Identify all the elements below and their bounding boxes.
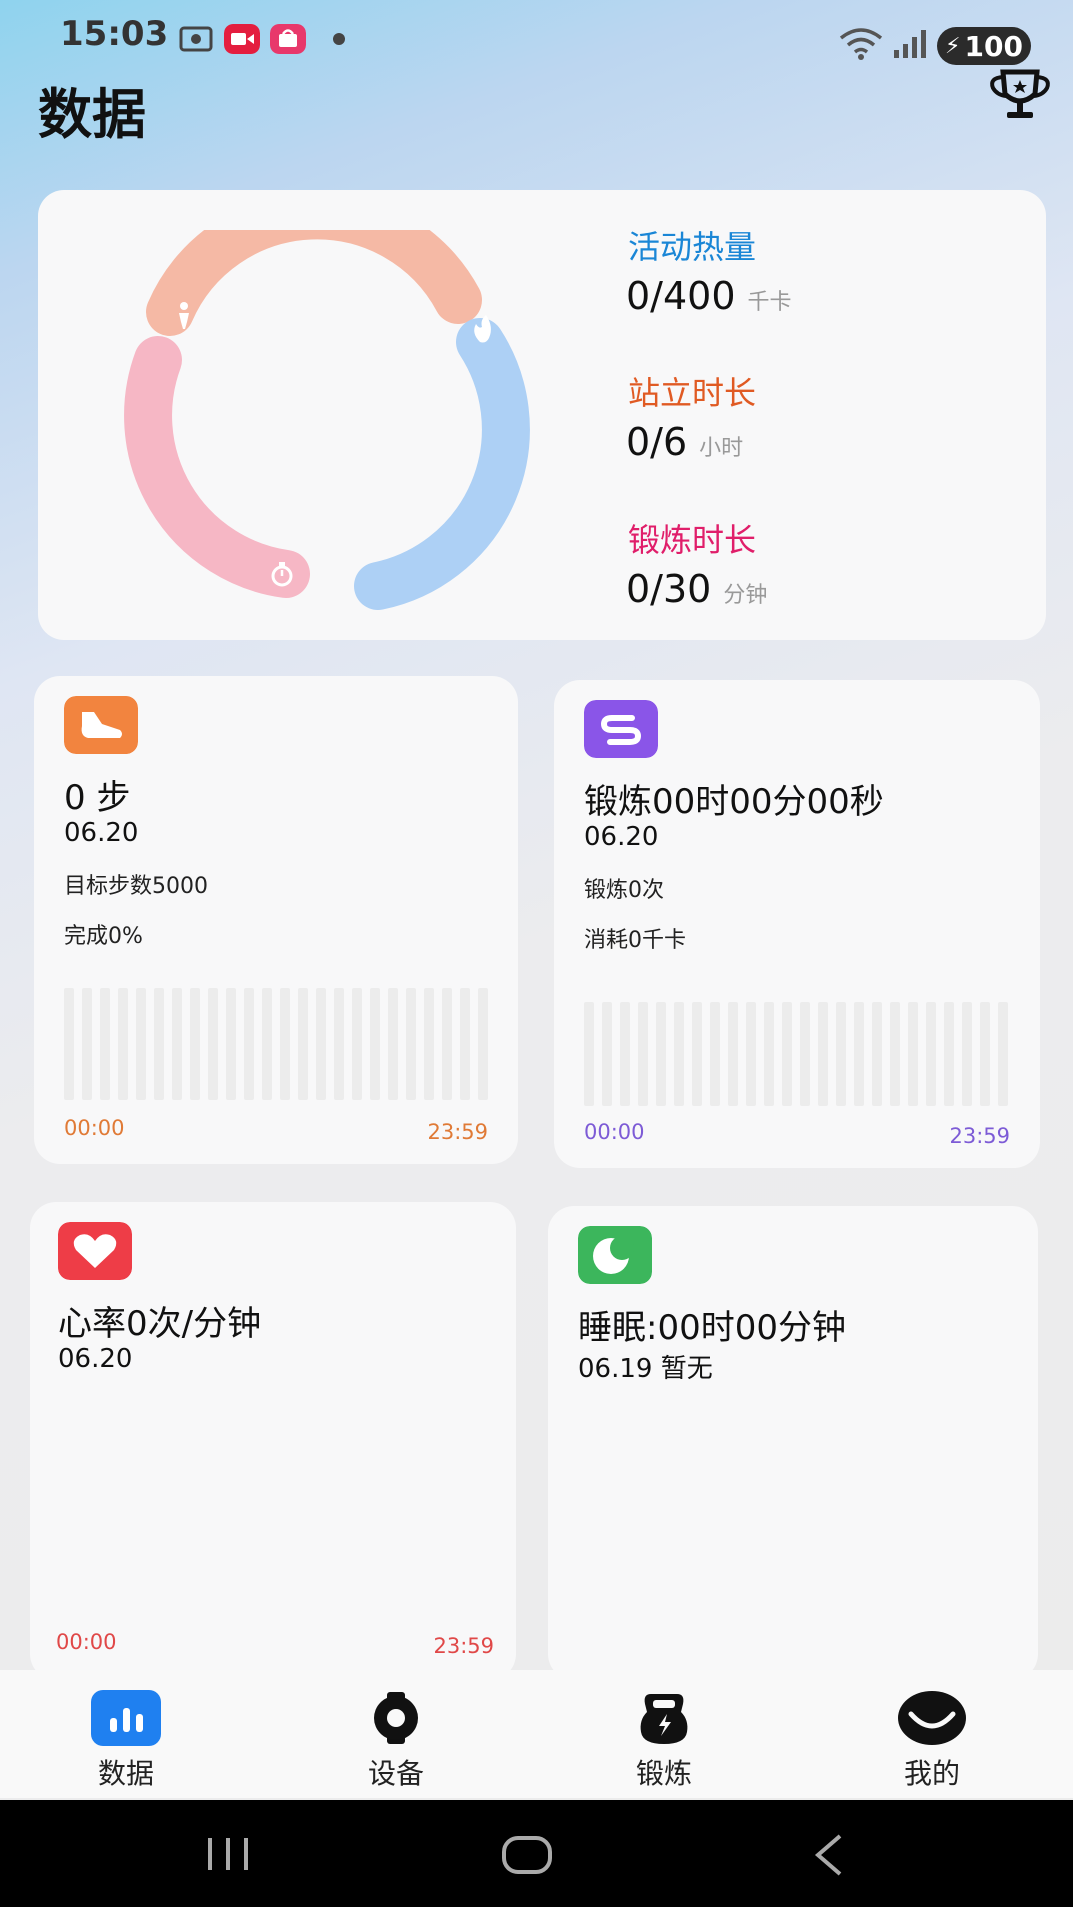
- kettlebell-icon: [640, 1694, 688, 1744]
- status-time: 15:03: [60, 14, 169, 54]
- heart-time-start: 00:00: [56, 1630, 117, 1654]
- standing-value: 0/6 小时: [626, 420, 743, 464]
- wifi-icon: [839, 28, 883, 60]
- calories-value: 0/400 千卡: [626, 274, 792, 318]
- steps-progress: 完成0%: [64, 924, 143, 949]
- workout-time-start: 00:00: [584, 1120, 645, 1144]
- heart-rate-card[interactable]: 心率0次/分钟 06.20 00:00 23:59: [30, 1202, 516, 1680]
- bottom-nav: 数据 设备 锻炼 我的: [0, 1670, 1073, 1798]
- recent-apps-icon[interactable]: [198, 1830, 258, 1880]
- workout-date: 06.20: [584, 822, 659, 852]
- heart-time-end: 23:59: [433, 1634, 494, 1658]
- workout-card[interactable]: 锻炼00时00分00秒 06.20 锻炼0次 消耗0千卡 00:00 23:59: [554, 680, 1040, 1168]
- heart-rate-date: 06.20: [58, 1344, 133, 1374]
- standing-label: 站立时长: [628, 374, 757, 412]
- steps-goal: 目标步数5000: [64, 874, 208, 899]
- moon-icon: [578, 1226, 652, 1284]
- bolt-icon: ⚡: [945, 33, 961, 59]
- page-title: 数据: [38, 83, 146, 146]
- workout-icon: [584, 700, 658, 758]
- shoe-icon: [64, 696, 138, 754]
- heart-icon: [58, 1222, 132, 1280]
- back-icon[interactable]: [800, 1830, 860, 1880]
- shopping-bag-icon: [270, 24, 306, 54]
- standing-value-text: 0/6: [626, 420, 688, 464]
- trophy-icon[interactable]: [985, 68, 1055, 122]
- sleep-date: 06.19 暂无: [578, 1354, 713, 1384]
- battery-indicator: ⚡ 100: [937, 27, 1031, 65]
- notification-dot: [333, 33, 345, 45]
- chart-icon: [91, 1690, 161, 1746]
- heart-rate-title: 心率0次/分钟: [58, 1304, 262, 1344]
- profile-icon: [898, 1691, 966, 1745]
- calories-label: 活动热量: [628, 228, 757, 266]
- exercise-label: 锻炼时长: [628, 521, 757, 559]
- steps-card[interactable]: 0 步 06.20 目标步数5000 完成0% 00:00 23:59: [34, 676, 518, 1164]
- nav-label-profile: 我的: [903, 1757, 960, 1790]
- nav-label-device: 设备: [367, 1757, 424, 1790]
- watch-icon: [374, 1692, 418, 1744]
- activity-rings: [124, 230, 530, 610]
- nav-item-data[interactable]: 数据: [46, 1690, 206, 1792]
- status-bar: 15:03 ⚡ 100: [0, 0, 1073, 80]
- sleep-title: 睡眠:00时00分钟: [578, 1308, 846, 1348]
- home-icon[interactable]: [498, 1830, 558, 1880]
- nav-item-device[interactable]: 设备: [316, 1690, 476, 1792]
- workout-title: 锻炼00时00分00秒: [584, 782, 884, 822]
- video-record-icon: [224, 24, 260, 54]
- workout-count: 锻炼0次: [584, 878, 664, 903]
- signal-icon: [894, 30, 926, 58]
- steps-time-end: 23:59: [427, 1120, 488, 1144]
- nav-item-workout[interactable]: 锻炼: [584, 1690, 744, 1792]
- calories-value-text: 0/400: [626, 274, 736, 318]
- nav-item-profile[interactable]: 我的: [852, 1690, 1012, 1792]
- system-nav-bar: [0, 1800, 1073, 1907]
- workout-time-end: 23:59: [949, 1124, 1010, 1148]
- standing-unit: 小时: [699, 436, 744, 461]
- battery-level: 100: [964, 29, 1023, 63]
- sleep-card[interactable]: 睡眠:00时00分钟 06.19 暂无: [548, 1206, 1038, 1680]
- nav-label-data: 数据: [97, 1757, 154, 1790]
- calories-unit: 千卡: [747, 290, 792, 315]
- steps-time-start: 00:00: [64, 1116, 125, 1140]
- steps-histogram: [64, 988, 488, 1100]
- screenshot-icon: [179, 26, 213, 52]
- workout-calories: 消耗0千卡: [584, 928, 686, 953]
- exercise-value: 0/30 分钟: [626, 567, 767, 611]
- steps-title: 0 步: [64, 778, 131, 818]
- steps-date: 06.20: [64, 818, 139, 848]
- exercise-unit: 分钟: [723, 583, 768, 608]
- exercise-value-text: 0/30: [626, 567, 712, 611]
- activity-summary-card[interactable]: 活动热量 0/400 千卡 站立时长 0/6 小时 锻炼时长 0/30 分钟: [38, 190, 1046, 640]
- nav-label-workout: 锻炼: [635, 1757, 692, 1790]
- workout-histogram: [584, 1002, 1008, 1106]
